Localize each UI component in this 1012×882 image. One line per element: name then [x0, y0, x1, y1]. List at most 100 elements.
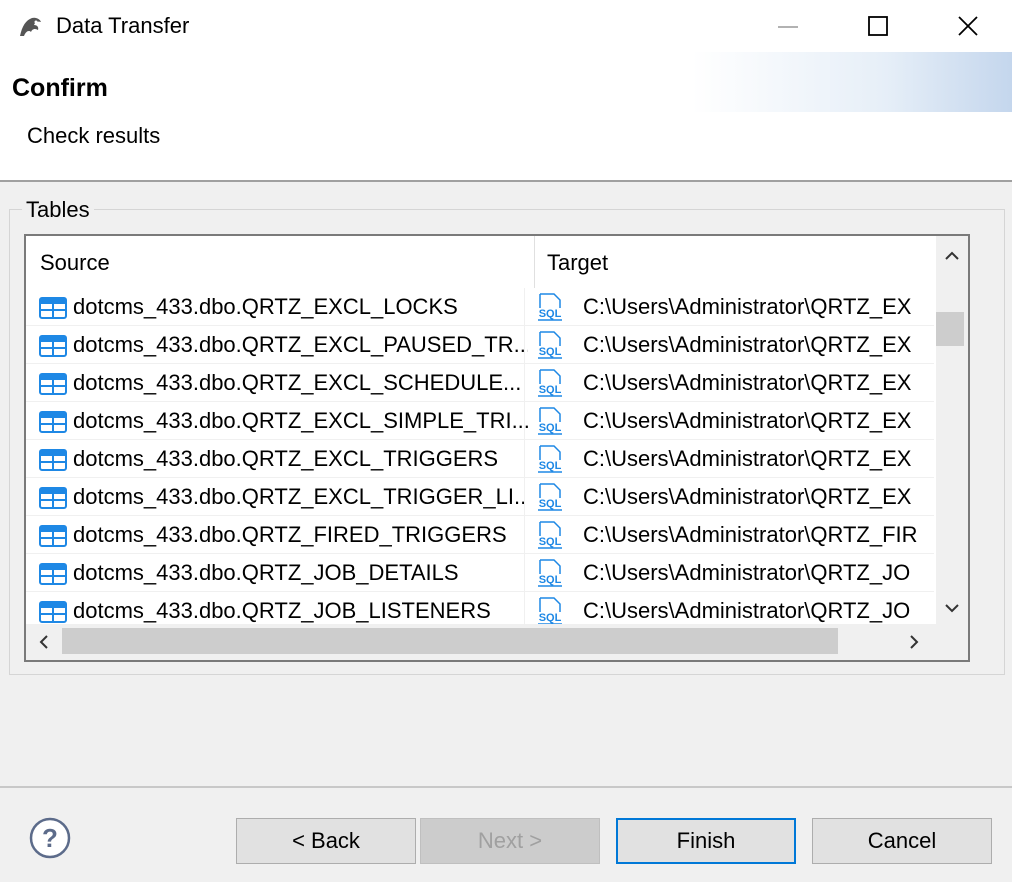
sql-icon-label: SQL: [539, 308, 562, 320]
horizontal-scrollbar[interactable]: [26, 624, 936, 660]
sql-icon-label: SQL: [539, 422, 562, 434]
finish-button[interactable]: Finish: [616, 818, 796, 864]
table-header: Source Target: [26, 236, 936, 288]
source-cell: dotcms_433.dbo.QRTZ_EXCL_TRIGGER_LI...: [73, 484, 528, 509]
minimize-button[interactable]: [743, 0, 833, 52]
cell-divider: [524, 288, 525, 326]
close-button[interactable]: [923, 0, 1012, 52]
cancel-button[interactable]: Cancel: [812, 818, 992, 864]
chevron-down-icon: [945, 604, 959, 613]
sql-icon-label: SQL: [539, 460, 562, 472]
chevron-up-icon: [945, 251, 959, 260]
source-cell: dotcms_433.dbo.QRTZ_FIRED_TRIGGERS: [73, 522, 507, 547]
vertical-scroll-thumb[interactable]: [936, 312, 964, 346]
source-cell: dotcms_433.dbo.QRTZ_EXCL_PAUSED_TR...: [73, 332, 528, 357]
table-icon: [39, 449, 67, 471]
table-row[interactable]: dotcms_433.dbo.QRTZ_EXCL_LOCKS SQL C:\User…: [26, 288, 934, 326]
cell-divider: [524, 326, 525, 364]
target-cell: C:\Users\Administrator\QRTZ_EX: [583, 294, 912, 319]
maximize-button[interactable]: [833, 0, 923, 52]
source-cell: dotcms_433.dbo.QRTZ_EXCL_SCHEDULE...: [73, 370, 522, 395]
cell-divider: [524, 478, 525, 516]
target-cell: C:\Users\Administrator\QRTZ_EX: [583, 446, 912, 471]
scrollbar-corner: [936, 624, 968, 660]
header-banner: [692, 52, 1012, 112]
source-cell: dotcms_433.dbo.QRTZ_EXCL_LOCKS: [73, 294, 458, 319]
title-bar: Data Transfer: [0, 0, 1012, 52]
tables-group-label: Tables: [22, 197, 94, 223]
cell-divider: [524, 440, 525, 478]
table-row[interactable]: dotcms_433.dbo.QRTZ_FIRED_TRIGGERS SQL C:\…: [26, 516, 934, 554]
column-header-source[interactable]: Source: [40, 236, 110, 288]
scroll-up-button[interactable]: [936, 244, 968, 268]
table-icon: [39, 563, 67, 585]
svg-text:?: ?: [42, 823, 58, 853]
sql-file-icon: SQL: [538, 331, 562, 359]
sql-file-icon: SQL: [538, 559, 562, 587]
table-icon: [39, 487, 67, 509]
table-icon: [39, 373, 67, 395]
sql-icon-label: SQL: [539, 346, 562, 358]
vertical-scrollbar[interactable]: [936, 236, 968, 624]
cell-divider: [524, 554, 525, 592]
target-cell: C:\Users\Administrator\QRTZ_EX: [583, 408, 912, 433]
table-icon: [39, 601, 67, 623]
header-divider: [0, 180, 1012, 182]
source-cell: dotcms_433.dbo.QRTZ_EXCL_SIMPLE_TRI...: [73, 408, 528, 433]
sql-file-icon: SQL: [538, 521, 562, 549]
source-cell: dotcms_433.dbo.QRTZ_EXCL_TRIGGERS: [73, 446, 499, 471]
source-cell: dotcms_433.dbo.QRTZ_JOB_LISTENERS: [73, 598, 491, 623]
sql-file-icon: SQL: [538, 483, 562, 511]
window-title: Data Transfer: [56, 13, 190, 38]
target-cell: C:\Users\Administrator\QRTZ_EX: [583, 484, 912, 509]
minimize-icon: [778, 26, 798, 28]
footer-divider: [0, 786, 1012, 788]
chevron-right-icon: [910, 635, 919, 649]
cell-divider: [524, 516, 525, 554]
table-icon: [39, 335, 67, 357]
source-cell: dotcms_433.dbo.QRTZ_JOB_DETAILS: [73, 560, 459, 585]
horizontal-scroll-thumb[interactable]: [62, 628, 838, 654]
scroll-right-button[interactable]: [902, 624, 926, 660]
column-divider[interactable]: [534, 236, 535, 288]
cell-divider: [524, 364, 525, 402]
table-icon: [39, 411, 67, 433]
next-button[interactable]: Next >: [420, 818, 600, 864]
cell-divider: [524, 402, 525, 440]
table-icon: [39, 525, 67, 547]
close-icon: [958, 16, 978, 36]
target-cell: C:\Users\Administrator\QRTZ_JO: [583, 598, 911, 623]
column-header-target[interactable]: Target: [547, 236, 608, 288]
help-icon[interactable]: ?: [28, 816, 72, 860]
target-cell: C:\Users\Administrator\QRTZ_EX: [583, 332, 912, 357]
target-cell: C:\Users\Administrator\QRTZ_JO: [583, 560, 911, 585]
back-button[interactable]: < Back: [236, 818, 416, 864]
app-logo-icon: [20, 17, 41, 36]
sql-file-icon: SQL: [538, 445, 562, 473]
wizard-header: Confirm Check results: [0, 52, 1012, 180]
target-cell: C:\Users\Administrator\QRTZ_EX: [583, 370, 912, 395]
sql-icon-label: SQL: [539, 536, 562, 548]
sql-file-icon: SQL: [538, 369, 562, 397]
table-body: dotcms_433.dbo.QRTZ_EXCL_LOCKS SQL C:\User…: [26, 288, 934, 630]
maximize-icon: [868, 16, 888, 36]
scroll-left-button[interactable]: [32, 624, 56, 660]
table-row[interactable]: dotcms_433.dbo.QRTZ_EXCL_PAUSED_TR... SQL…: [26, 326, 934, 364]
page-subtitle: Check results: [27, 123, 161, 148]
chevron-left-icon: [39, 635, 48, 649]
sql-icon-label: SQL: [539, 384, 562, 396]
table-row[interactable]: dotcms_433.dbo.QRTZ_JOB_DETAILS SQL C:\Use…: [26, 554, 934, 592]
sql-file-icon: SQL: [538, 293, 562, 321]
sql-file-icon: SQL: [538, 597, 562, 625]
target-cell: C:\Users\Administrator\QRTZ_FIR: [583, 522, 918, 547]
table-icon: [39, 297, 67, 319]
table-row[interactable]: dotcms_433.dbo.QRTZ_EXCL_SCHEDULE... SQL C…: [26, 364, 934, 402]
table-row[interactable]: dotcms_433.dbo.QRTZ_EXCL_TRIGGER_LI... SQ…: [26, 478, 934, 516]
sql-icon-label: SQL: [539, 498, 562, 510]
table-row[interactable]: dotcms_433.dbo.QRTZ_EXCL_TRIGGERS SQL C:\U…: [26, 440, 934, 478]
table-row[interactable]: dotcms_433.dbo.QRTZ_EXCL_SIMPLE_TRI... SQ…: [26, 402, 934, 440]
transfer-table[interactable]: Source Target dotcms_433.dbo.QRTZ_EXCL_L…: [24, 234, 970, 662]
scroll-down-button[interactable]: [936, 596, 968, 620]
page-title: Confirm: [12, 74, 108, 102]
sql-file-icon: SQL: [538, 407, 562, 435]
